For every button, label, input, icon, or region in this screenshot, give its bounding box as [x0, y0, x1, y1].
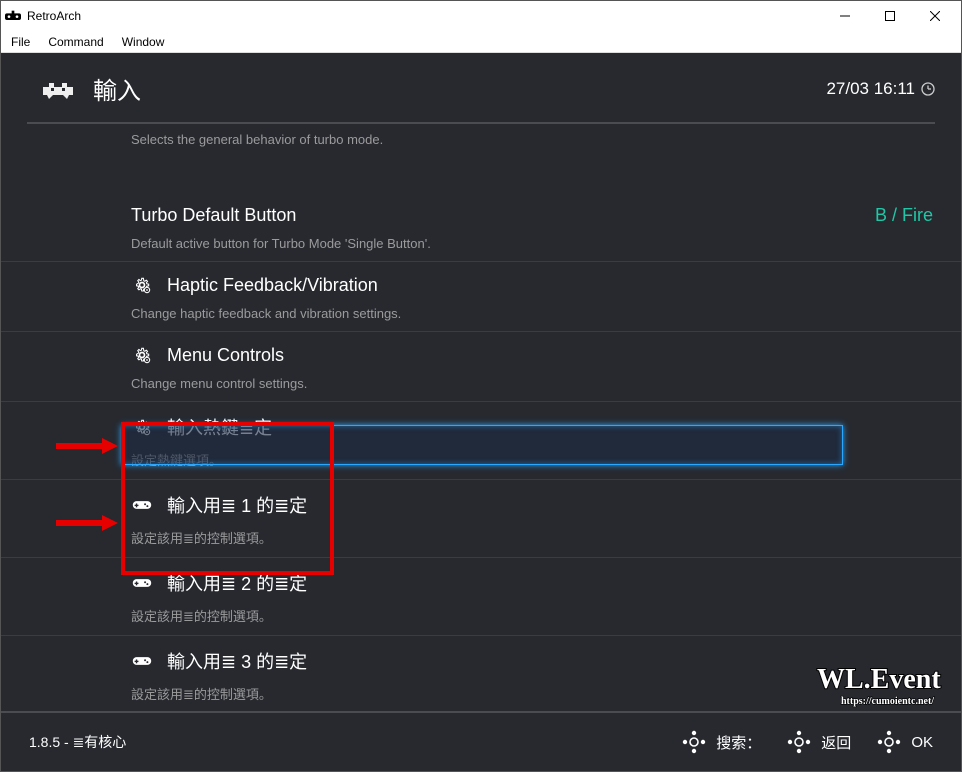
settings-item[interactable]: 輸入用≣ 3 的≣定設定該用≣的控制選項。: [1, 635, 961, 713]
gear-icon: [131, 344, 153, 366]
minimize-button[interactable]: [822, 1, 867, 31]
titlebar-left: RetroArch: [5, 8, 81, 24]
item-label: Menu Controls: [167, 345, 284, 366]
settings-item[interactable]: 輸入用≣ 1 的≣定設定該用≣的控制選項。: [1, 479, 961, 557]
settings-item[interactable]: 輸入用≣ 2 的≣定設定該用≣的控制選項。: [1, 557, 961, 635]
settings-item[interactable]: 輸入熱鍵≣定設定熱鍵選項。: [1, 401, 961, 479]
back-action[interactable]: 返回: [787, 730, 851, 754]
item-label: 輸入用≣ 1 的≣定: [167, 492, 307, 518]
item-desc: Change menu control settings.: [131, 376, 961, 391]
item-label: 輸入熱鍵≣定: [167, 414, 272, 440]
settings-item[interactable]: Haptic Feedback/Vibration Change haptic f…: [1, 261, 961, 331]
clock: 27/03 16:11: [826, 79, 935, 99]
bottombar-actions: 搜索： 返回 OK: [682, 730, 933, 754]
menu-command[interactable]: Command: [48, 35, 103, 49]
item-desc: 設定熱鍵選項。: [131, 450, 961, 469]
version-text: 1.8.5 - ≣有核心: [29, 732, 126, 752]
window-controls: [822, 1, 957, 31]
truncated-desc: Selects the general behavior of turbo mo…: [131, 132, 961, 147]
gear-icon: [131, 274, 153, 296]
dpad-icon: [682, 730, 706, 754]
item-label: Turbo Default Button: [131, 205, 296, 226]
settings-item[interactable]: Menu Controls Change menu control setting…: [1, 331, 961, 401]
item-desc: 設定該用≣的控制選項。: [131, 606, 961, 625]
item-value: B / Fire: [875, 205, 933, 226]
maximize-button[interactable]: [867, 1, 912, 31]
dpad-icon: [877, 730, 901, 754]
gamepad-icon: [131, 572, 153, 594]
bottombar: 1.8.5 - ≣有核心 搜索： 返回 OK: [1, 711, 961, 771]
menu-window[interactable]: Window: [122, 35, 165, 49]
app-icon: [5, 8, 21, 24]
item-desc: 設定該用≣的控制選項。: [131, 528, 961, 547]
ok-action[interactable]: OK: [877, 730, 933, 754]
ok-label: OK: [911, 734, 933, 751]
search-label: 搜索：: [716, 732, 761, 753]
search-action[interactable]: 搜索：: [682, 730, 761, 754]
close-button[interactable]: [912, 1, 957, 31]
content-area: 輸入 27/03 16:11 Selects the general behav…: [1, 53, 961, 771]
gamepad-icon: [131, 650, 153, 672]
item-label: 輸入用≣ 2 的≣定: [167, 570, 307, 596]
back-label: 返回: [821, 732, 851, 753]
clock-text: 27/03 16:11: [826, 79, 915, 99]
window-title: RetroArch: [27, 9, 81, 23]
content-header: 輸入 27/03 16:11: [1, 53, 961, 118]
retroarch-icon: [41, 77, 75, 101]
item-label: Haptic Feedback/Vibration: [167, 275, 378, 296]
settings-item[interactable]: Turbo Default Button B / Fire Default acti…: [1, 193, 961, 261]
gear-icon: [131, 416, 153, 438]
item-desc: 設定該用≣的控制選項。: [131, 684, 961, 703]
window-titlebar: RetroArch: [1, 1, 961, 31]
item-desc: Change haptic feedback and vibration set…: [131, 306, 961, 321]
dpad-icon: [787, 730, 811, 754]
header-divider: [27, 122, 935, 124]
clock-icon: [921, 82, 935, 96]
page-title: 輸入: [93, 71, 141, 106]
menu-file[interactable]: File: [11, 35, 30, 49]
settings-list: Turbo Default Button B / Fire Default acti…: [1, 193, 961, 762]
item-desc: Default active button for Turbo Mode 'Si…: [131, 236, 961, 251]
gamepad-icon: [131, 494, 153, 516]
menubar: File Command Window: [1, 31, 961, 53]
item-label: 輸入用≣ 3 的≣定: [167, 648, 307, 674]
